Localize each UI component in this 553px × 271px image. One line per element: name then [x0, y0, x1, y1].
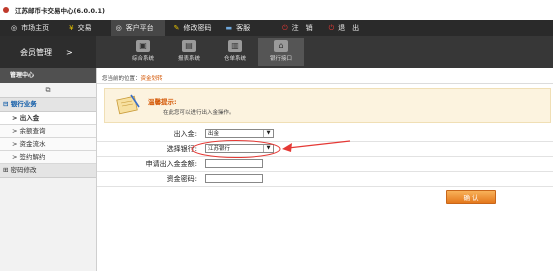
chevron-right-icon: >: [12, 127, 18, 135]
service-icon: ▬: [225, 24, 233, 32]
collapse-icon[interactable]: ⧉: [0, 83, 96, 98]
minus-icon: ⊟: [3, 100, 9, 108]
chevron-down-icon: ▼: [263, 130, 273, 137]
tip-message: 在此您可以进行出入金操作。: [163, 110, 235, 116]
sidebar-item-deposit-withdraw[interactable]: > 出入金: [0, 112, 96, 125]
customer-icon: ◎: [115, 24, 122, 32]
nav-customer-platform[interactable]: ◎ 客户平台: [110, 20, 165, 36]
tab-integrated-system[interactable]: ▣ 综合系统: [120, 38, 166, 66]
divider: [97, 156, 553, 157]
trade-icon: ¥: [69, 24, 74, 32]
nav-exit[interactable]: ⏻ 退 出: [324, 20, 365, 36]
notepad-icon: [116, 94, 140, 115]
nav-logout[interactable]: ⏻ 注 销: [277, 20, 318, 36]
exit-icon: ⏻: [328, 23, 335, 32]
member-management-brand[interactable]: 会员管理 >: [0, 36, 96, 68]
nav-change-password[interactable]: ✎ 修改密码: [169, 20, 217, 36]
tip-title: 温馨提示:: [148, 98, 177, 106]
sub-nav: 会员管理 > ▣ 综合系统 ▤ 报表系统 ▥ 仓单系统 ⌂ 银行接口: [0, 36, 553, 68]
plus-icon: ⊞: [3, 166, 9, 174]
window-title: 江苏邮币卡交易中心(6.0.0.1): [15, 7, 105, 15]
chevron-right-icon: >: [12, 140, 18, 148]
chevron-right-icon: >: [12, 153, 18, 161]
divider: [97, 186, 553, 187]
confirm-button[interactable]: 确 认: [446, 190, 496, 204]
sidebar-header: 管理中心: [0, 68, 96, 83]
nav-service[interactable]: ▬ 客服: [220, 20, 255, 36]
system-icon: ▣: [136, 40, 150, 52]
fund-password-input[interactable]: [205, 174, 263, 183]
chevron-right-icon: >: [66, 47, 73, 57]
sidebar: 管理中心 ⧉ ⊟ 银行业务 > 出入金 > 余额查询 > 资金流水 > 签约解约…: [0, 68, 97, 271]
direction-label: 出入金:: [173, 130, 197, 138]
main-content: 您当前的位置：资金划转 温馨提示: 在此您可以进行出入金操作。 出入金: 出金 …: [97, 68, 553, 271]
divider: [97, 83, 553, 84]
sidebar-item-sign-cancel[interactable]: > 签约解约: [0, 151, 96, 164]
power-icon: ⏻: [282, 23, 288, 32]
chevron-down-icon: ▼: [263, 145, 273, 152]
globe-icon: ◎: [11, 24, 18, 32]
nav-market-home[interactable]: ◎ 市场主页: [6, 20, 54, 36]
bank-label: 选择银行:: [166, 145, 197, 153]
password-label: 资金密码:: [166, 175, 197, 183]
sidebar-item-balance-query[interactable]: > 余额查询: [0, 125, 96, 138]
sidebar-group-bank-business[interactable]: ⊟ 银行业务: [0, 98, 96, 112]
direction-select[interactable]: 出金 ▼: [205, 129, 274, 138]
tip-box: 温馨提示: 在此您可以进行出入金操作。: [104, 88, 551, 123]
divider: [97, 141, 553, 142]
divider: [97, 171, 553, 172]
sidebar-item-fund-flow[interactable]: > 资金流水: [0, 138, 96, 151]
breadcrumb: 您当前的位置：资金划转: [102, 76, 163, 82]
sidebar-group-password-change[interactable]: ⊞ 密码修改: [0, 164, 96, 178]
bank-select[interactable]: 江苏银行 ▼: [205, 144, 274, 153]
tab-report-system[interactable]: ▤ 报表系统: [166, 38, 212, 66]
tab-warehouse-system[interactable]: ▥ 仓单系统: [212, 38, 258, 66]
key-icon: ✎: [173, 24, 180, 32]
warehouse-icon: ▥: [228, 40, 242, 52]
report-icon: ▤: [182, 40, 196, 52]
window-titlebar: 江苏邮币卡交易中心(6.0.0.1): [0, 0, 553, 20]
top-nav: ◎ 市场主页 ¥ 交易 ◎ 客户平台 ✎ 修改密码 ▬ 客服 ⏻ 注 销 ⏻ 退…: [0, 20, 553, 36]
nav-trade[interactable]: ¥ 交易: [64, 20, 96, 36]
bank-icon: ⌂: [274, 40, 288, 52]
app-icon: [3, 7, 9, 13]
amount-label: 申请出入金金额:: [145, 160, 197, 168]
tab-bank-interface[interactable]: ⌂ 银行接口: [258, 38, 304, 66]
chevron-right-icon: >: [12, 114, 18, 122]
amount-input[interactable]: [205, 159, 263, 168]
